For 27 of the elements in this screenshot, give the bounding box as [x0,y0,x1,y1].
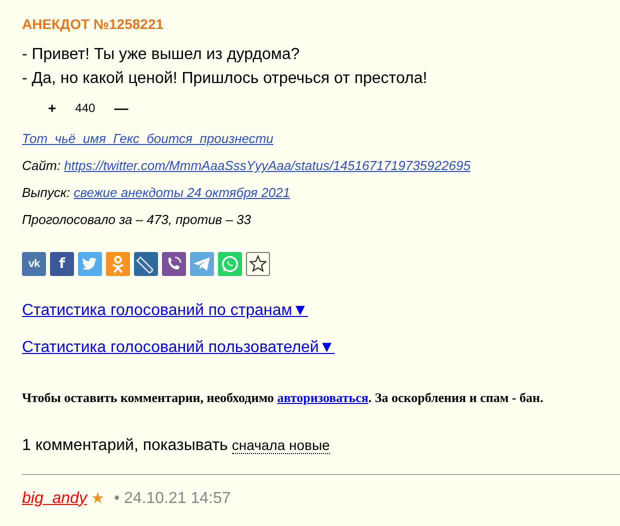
vote-down-button[interactable]: — [114,101,128,115]
share-button[interactable]: vk [22,252,46,276]
stats-link[interactable]: Статистика голосований пользователей▼ [22,338,335,358]
share-button[interactable] [246,252,270,276]
share-button[interactable]: f [50,252,74,276]
joke-title: АНЕКДОТ №1258221 [22,15,165,34]
joke-line: - Привет! Ты уже вышел из дурдома? [22,45,301,65]
comment-notice: Чтобы оставить комментарии, необходимо авторизоваться. За оскорбления и спам - бан. [22,389,544,407]
votes-summary: Проголосовало за – 473, против – 33 [22,212,252,228]
stats-link[interactable]: Статистика голосований по странам▼ [22,301,308,321]
site-label: Сайт: [22,158,60,173]
login-link[interactable]: авторизоваться [277,390,368,405]
issue-link[interactable]: свежие анекдоты 24 октября 2021 [74,185,290,200]
sort-toggle[interactable]: сначала новые [232,438,330,454]
star-icon [247,253,269,275]
comments-count: 1 комментарий, показывать [22,436,228,456]
comment-author-link[interactable]: big_andy [22,486,87,510]
joke-line: - Да, но какой ценой! Пришлось отречься от престола! [22,69,428,89]
vote-up-button[interactable]: + [48,101,56,115]
vote-score: 440 [74,100,96,117]
issue-label: Выпуск: [22,185,70,200]
author-link[interactable]: Тот_чьё_имя_Гекс_боится_произнести [22,131,274,146]
site-link[interactable]: https://twitter.com/MmmAaaSssYyyAaa/status/1451671719735922695 [64,158,470,173]
comment-date: • 24.10.21 14:57 [114,488,231,508]
phone-bubble-icon [219,253,241,275]
share-button[interactable] [162,252,186,276]
star-icon: ★ [90,488,104,510]
